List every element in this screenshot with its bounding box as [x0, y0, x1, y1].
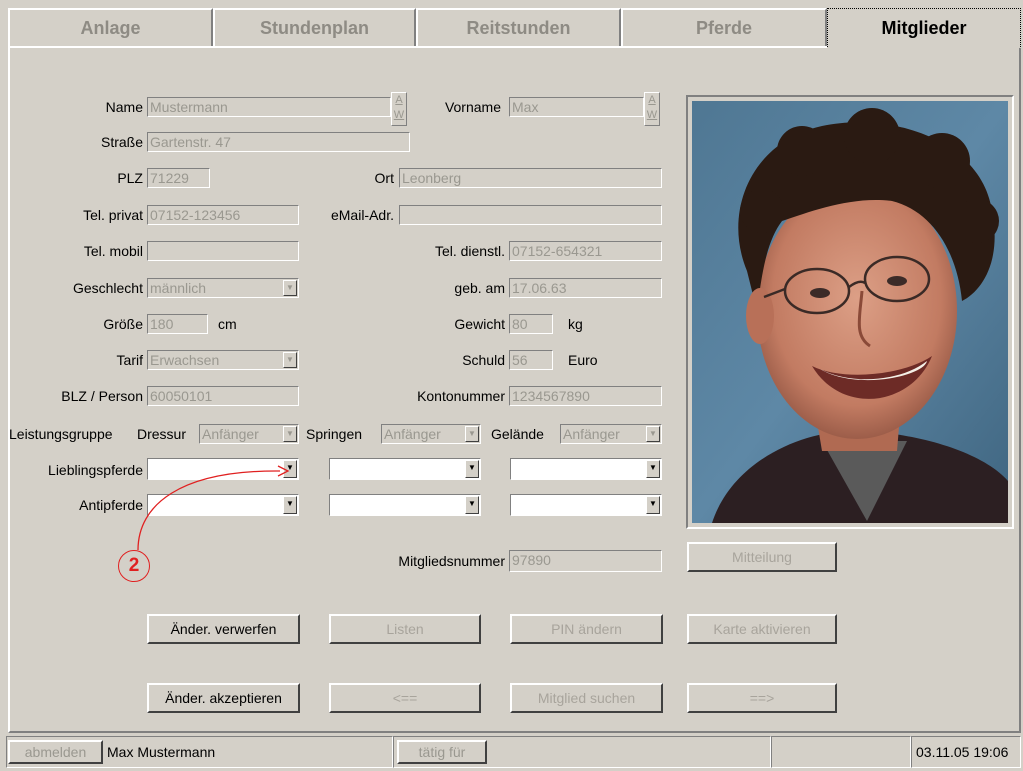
kontonummer-label: Kontonummer	[417, 388, 505, 404]
statusbar-datetime: 03.11.05 19:06	[911, 736, 1021, 768]
leistungsgruppe-label: Leistungsgruppe	[9, 426, 113, 442]
kontonummer-field[interactable]: 1234567890	[509, 386, 662, 406]
springen-label: Springen	[306, 426, 363, 442]
chevron-down-icon[interactable]: ▼	[646, 496, 660, 514]
vorname-label: Vorname	[444, 99, 501, 115]
ort-field[interactable]: Leonberg	[399, 168, 662, 188]
chevron-down-icon[interactable]: ▼	[283, 352, 297, 368]
gewicht-unit: kg	[568, 316, 583, 332]
next-member-button[interactable]: ==>	[687, 683, 837, 713]
name-label: Name	[105, 99, 143, 115]
geschlecht-label: Geschlecht	[72, 280, 143, 296]
mitteilung-button[interactable]: Mitteilung	[687, 542, 837, 572]
geb-am-field[interactable]: 17.06.63	[509, 278, 662, 298]
tarif-label: Tarif	[116, 352, 143, 368]
tel-dienstl-label: Tel. dienstl.	[434, 243, 505, 259]
plz-field[interactable]: 71229	[147, 168, 210, 188]
dressur-select[interactable]: Anfänger ▼	[199, 424, 299, 444]
blz-label: BLZ / Person	[61, 388, 143, 404]
chevron-down-icon[interactable]: ▼	[646, 426, 660, 442]
blz-field[interactable]: 60050101	[147, 386, 299, 406]
chevron-down-icon[interactable]: ▼	[465, 496, 479, 514]
tab-mitglieder[interactable]: Mitglieder	[827, 8, 1021, 47]
tel-dienstl-field[interactable]: 07152-654321	[509, 241, 662, 261]
springen-select[interactable]: Anfänger ▼	[381, 424, 481, 444]
gewicht-label: Gewicht	[454, 316, 505, 332]
tel-mobil-label: Tel. mobil	[83, 243, 143, 259]
previous-member-button[interactable]: <==	[329, 683, 481, 713]
schuld-label: Schuld	[462, 352, 505, 368]
mitglied-suchen-button[interactable]: Mitglied suchen	[510, 683, 663, 713]
annotation-marker: 2	[118, 550, 150, 582]
name-field[interactable]: Mustermann	[147, 97, 391, 117]
lieblingspferd-select-3[interactable]: ▼	[510, 458, 662, 480]
strasse-field[interactable]: Gartenstr. 47	[147, 132, 410, 152]
schuld-field[interactable]: 56	[509, 350, 553, 370]
email-field[interactable]	[399, 205, 662, 225]
aender-verwerfen-button[interactable]: Änder. verwerfen	[147, 614, 300, 644]
mitgliedsnummer-field[interactable]: 97890	[509, 550, 662, 572]
aender-akzeptieren-button[interactable]: Änder. akzeptieren	[147, 683, 300, 713]
mitgliedsnummer-label: Mitgliedsnummer	[398, 553, 505, 569]
chevron-down-icon[interactable]: ▼	[465, 426, 479, 442]
pin-aendern-button[interactable]: PIN ändern	[510, 614, 663, 644]
geb-am-label: geb. am	[454, 280, 505, 296]
plz-label: PLZ	[117, 170, 143, 186]
tel-mobil-field[interactable]	[147, 241, 299, 261]
geschlecht-select[interactable]: männlich ▼	[147, 278, 299, 298]
member-photo	[686, 95, 1014, 529]
gewicht-field[interactable]: 80	[509, 314, 553, 334]
groesse-label: Größe	[103, 316, 143, 332]
tab-reitstunden[interactable]: Reitstunden	[416, 8, 621, 47]
groesse-unit: cm	[218, 316, 237, 332]
gelaende-select[interactable]: Anfänger ▼	[560, 424, 662, 444]
tab-anlage[interactable]: Anlage	[8, 8, 213, 47]
tarif-select[interactable]: Erwachsen ▼	[147, 350, 299, 370]
karte-aktivieren-button[interactable]: Karte aktivieren	[687, 614, 837, 644]
vorname-field[interactable]: Max	[509, 97, 644, 117]
name-aw-button[interactable]: AW	[391, 92, 407, 126]
groesse-field[interactable]: 180	[147, 314, 208, 334]
ort-label: Ort	[374, 170, 394, 186]
statusbar-user: Max Mustermann	[107, 744, 216, 760]
tel-privat-label: Tel. privat	[83, 207, 143, 223]
tab-pferde[interactable]: Pferde	[621, 8, 827, 47]
portrait-image	[692, 101, 1008, 523]
chevron-down-icon[interactable]: ▼	[283, 280, 297, 296]
chevron-down-icon[interactable]: ▼	[283, 426, 297, 442]
taetig-fuer-button[interactable]: tätig für	[397, 740, 487, 764]
schuld-unit: Euro	[568, 352, 598, 368]
tel-privat-field[interactable]: 07152-123456	[147, 205, 299, 225]
strasse-label: Straße	[100, 134, 143, 150]
listen-button[interactable]: Listen	[329, 614, 481, 644]
antipferd-select-3[interactable]: ▼	[510, 494, 662, 516]
chevron-down-icon[interactable]: ▼	[646, 460, 660, 478]
statusbar-empty-section	[771, 736, 911, 768]
chevron-down-icon[interactable]: ▼	[465, 460, 479, 478]
abmelden-button[interactable]: abmelden	[8, 740, 103, 764]
dressur-label: Dressur	[137, 426, 187, 442]
vorname-aw-button[interactable]: AW	[644, 92, 660, 126]
tab-stundenplan[interactable]: Stundenplan	[213, 8, 416, 47]
email-label: eMail-Adr.	[330, 207, 394, 223]
lieblingspferd-select-2[interactable]: ▼	[329, 458, 481, 480]
antipferd-select-2[interactable]: ▼	[329, 494, 481, 516]
gelaende-label: Gelände	[491, 426, 544, 442]
